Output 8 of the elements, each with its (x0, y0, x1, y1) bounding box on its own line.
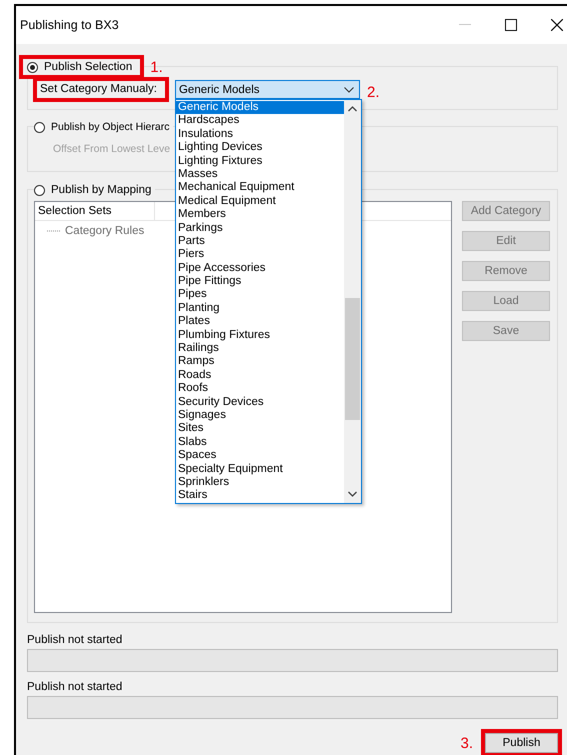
annotation-number: 1. (150, 58, 163, 76)
status-label: Publish not started (27, 633, 124, 647)
annotation-number: 2. (366, 84, 380, 101)
field-label: Set Category Manualy: (40, 83, 157, 95)
field-label: Offset From Lowest Leve (53, 143, 170, 155)
window-title: Publishing to BX3 (20, 18, 119, 32)
annotation-number: 3. (460, 734, 473, 752)
status-label: Publish not started (27, 680, 124, 694)
